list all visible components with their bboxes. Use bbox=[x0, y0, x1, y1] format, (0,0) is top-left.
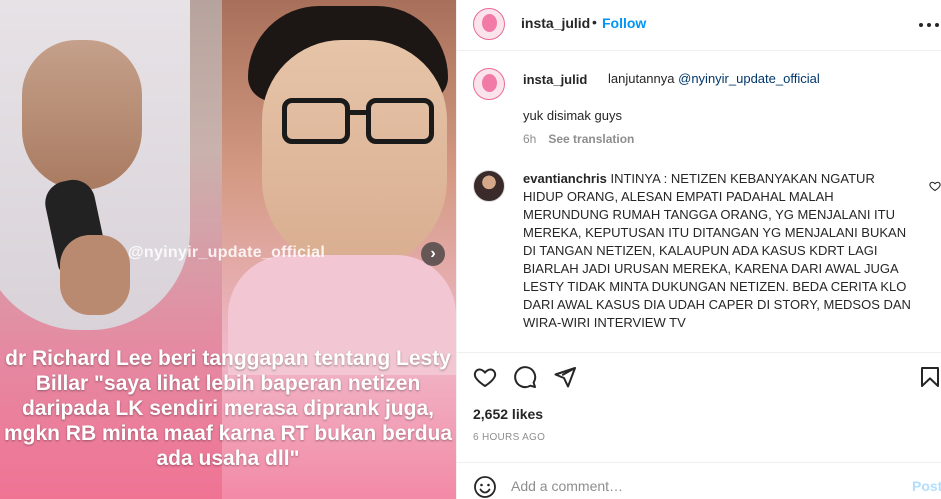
heart-icon[interactable] bbox=[473, 365, 497, 389]
follow-button[interactable]: Follow bbox=[602, 15, 646, 31]
avatar[interactable] bbox=[473, 68, 505, 100]
post-button[interactable]: Post bbox=[912, 478, 941, 494]
comment-username[interactable]: evantianchris bbox=[523, 171, 607, 186]
separator: • bbox=[592, 14, 597, 30]
likes-count[interactable]: 2,652 likes bbox=[473, 406, 543, 422]
glasses bbox=[282, 98, 442, 146]
comment-username[interactable]: insta_julid bbox=[523, 72, 587, 87]
comment-text: yuk disimak guys bbox=[523, 108, 622, 123]
media-watermark: @nyinyir_update_official bbox=[128, 244, 326, 261]
more-horizontal-icon[interactable] bbox=[919, 15, 939, 35]
avatar[interactable] bbox=[473, 170, 505, 202]
heart-outline-icon[interactable] bbox=[929, 180, 941, 192]
comment-time: 6h bbox=[523, 132, 537, 146]
comment-text: INTINYA : NETIZEN KEBANYAKAN NGATUR HIDU… bbox=[523, 171, 911, 330]
post-media[interactable]: @nyinyir_update_official dr Richard Lee … bbox=[0, 0, 456, 499]
share-icon[interactable] bbox=[553, 365, 577, 389]
chevron-right-icon[interactable]: › bbox=[421, 242, 445, 266]
comment-list: insta_julid lanjutannya @nyinyir_update_… bbox=[457, 52, 941, 352]
post-header: insta_julid • Follow bbox=[457, 0, 941, 51]
comment-icon[interactable] bbox=[513, 365, 537, 389]
avatar[interactable] bbox=[473, 8, 505, 40]
media-caption: dr Richard Lee beri tanggapan tentang Le… bbox=[3, 347, 453, 470]
add-comment-bar: Post bbox=[457, 462, 941, 499]
mention-link[interactable]: @nyinyir_update_official bbox=[678, 71, 820, 86]
bookmark-icon[interactable] bbox=[918, 365, 941, 389]
action-bar: 2,652 likes 6 HOURS AGO bbox=[457, 352, 941, 462]
see-translation-button[interactable]: See translation bbox=[548, 132, 634, 146]
comment-input[interactable] bbox=[511, 473, 871, 499]
comment-text: lanjutannya bbox=[608, 71, 675, 86]
header-username[interactable]: insta_julid bbox=[521, 15, 590, 31]
post-timestamp: 6 HOURS AGO bbox=[473, 432, 546, 443]
post-sidebar: insta_julid • Follow insta_julid lanjuta… bbox=[456, 0, 941, 499]
emoji-icon[interactable] bbox=[473, 475, 497, 499]
